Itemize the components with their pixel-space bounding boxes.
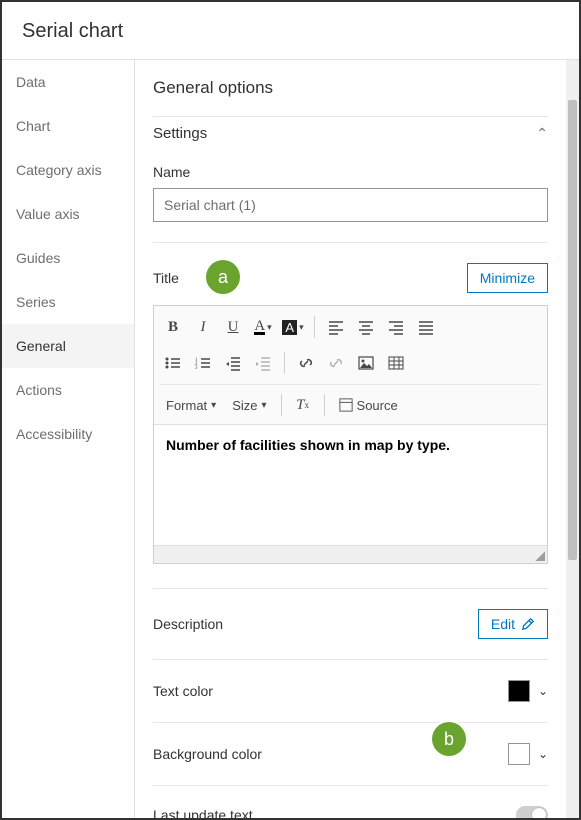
sidebar-item-category-axis[interactable]: Category axis	[2, 148, 134, 192]
align-center-button[interactable]	[353, 314, 379, 340]
unlink-button[interactable]	[323, 350, 349, 376]
align-right-button[interactable]	[383, 314, 409, 340]
format-dropdown[interactable]: Format▾	[160, 395, 222, 416]
bg-color-label: Background color	[153, 746, 262, 762]
page-title: General options	[153, 78, 548, 98]
italic-button[interactable]: I	[190, 314, 216, 340]
text-color-label: Text color	[153, 683, 213, 699]
chevron-down-icon[interactable]: ⌄	[538, 747, 548, 761]
svg-text:3: 3	[195, 366, 198, 371]
highlight-button[interactable]: A▾	[280, 314, 306, 340]
minimize-button[interactable]: Minimize	[467, 263, 548, 293]
last-update-label: Last update text	[153, 807, 253, 818]
description-label: Description	[153, 616, 223, 632]
outdent-button[interactable]	[220, 350, 246, 376]
editor-toolbar: B I U A▾ A▾	[154, 306, 547, 425]
callout-b: b	[432, 722, 466, 756]
main-panel: General options Settings ⌃ Name Title Mi…	[135, 60, 566, 818]
editor-resize-handle[interactable]	[154, 545, 547, 563]
table-button[interactable]	[383, 350, 409, 376]
pencil-icon	[521, 617, 535, 631]
vertical-scrollbar[interactable]	[566, 60, 579, 818]
sidebar-item-general[interactable]: General	[2, 324, 134, 368]
editor-content[interactable]: Number of facilities shown in map by typ…	[154, 425, 547, 545]
settings-label: Settings	[153, 125, 207, 142]
sidebar-item-value-axis[interactable]: Value axis	[2, 192, 134, 236]
align-left-button[interactable]	[323, 314, 349, 340]
last-update-toggle[interactable]	[516, 806, 548, 818]
sidebar-item-guides[interactable]: Guides	[2, 236, 134, 280]
size-dropdown[interactable]: Size▾	[226, 395, 272, 416]
chevron-down-icon[interactable]: ⌄	[538, 684, 548, 698]
edit-description-button[interactable]: Edit	[478, 609, 548, 639]
bullet-list-button[interactable]	[160, 350, 186, 376]
align-justify-button[interactable]	[413, 314, 439, 340]
sidebar-item-chart[interactable]: Chart	[2, 104, 134, 148]
name-label: Name	[153, 164, 548, 180]
sidebar: Data Chart Category axis Value axis Guid…	[2, 60, 135, 818]
source-button[interactable]: Source	[333, 395, 404, 416]
sidebar-item-data[interactable]: Data	[2, 60, 134, 104]
window-title: Serial chart	[2, 2, 579, 60]
chevron-up-icon: ⌃	[536, 125, 548, 142]
image-button[interactable]	[353, 350, 379, 376]
indent-button[interactable]	[250, 350, 276, 376]
underline-button[interactable]: U	[220, 314, 246, 340]
bold-button[interactable]: B	[160, 314, 186, 340]
link-button[interactable]	[293, 350, 319, 376]
clear-format-button[interactable]: Tx	[290, 392, 316, 418]
text-color-swatch[interactable]	[508, 680, 530, 702]
scrollbar-thumb[interactable]	[568, 100, 577, 560]
number-list-button[interactable]: 123	[190, 350, 216, 376]
name-input[interactable]	[153, 188, 548, 222]
text-color-button[interactable]: A▾	[250, 314, 276, 340]
sidebar-item-actions[interactable]: Actions	[2, 368, 134, 412]
bg-color-swatch[interactable]	[508, 743, 530, 765]
title-label: Title	[153, 270, 179, 286]
callout-a: a	[206, 260, 240, 294]
settings-section-header[interactable]: Settings ⌃	[153, 116, 548, 150]
sidebar-item-accessibility[interactable]: Accessibility	[2, 412, 134, 456]
sidebar-item-series[interactable]: Series	[2, 280, 134, 324]
rich-text-editor: B I U A▾ A▾	[153, 305, 548, 564]
